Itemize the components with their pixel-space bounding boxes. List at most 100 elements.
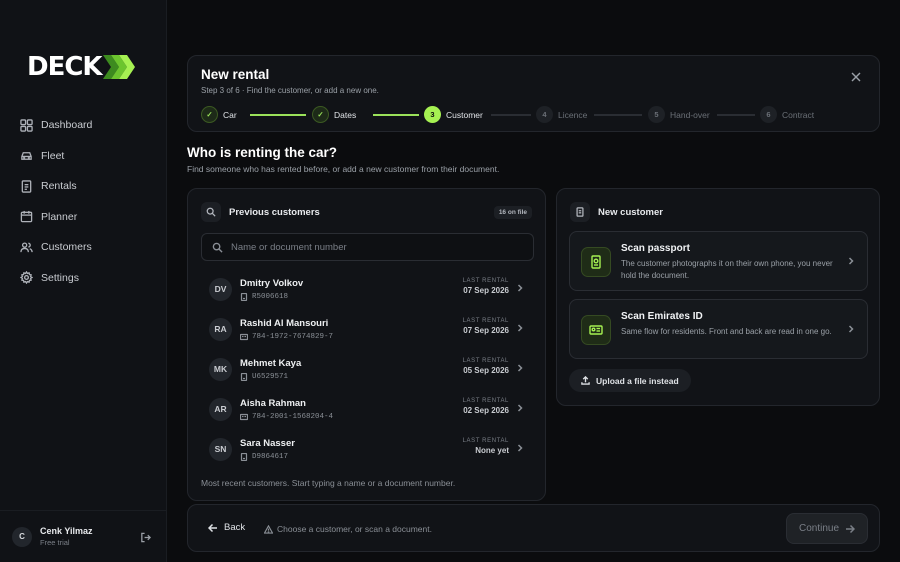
- check-icon: ✓: [312, 106, 329, 123]
- option-description: Same flow for residents. Front and back …: [621, 327, 832, 336]
- sidebar-item-dashboard[interactable]: Dashboard: [0, 110, 167, 141]
- chevron-right-icon: [517, 364, 523, 372]
- step-label: Customer: [446, 109, 483, 120]
- step-label: Contract: [782, 109, 815, 120]
- id-card-icon: [581, 315, 611, 345]
- step-number: 6: [760, 106, 777, 123]
- list-footer-note: Most recent customers. Start typing a na…: [201, 478, 456, 488]
- sidebar-item-planner[interactable]: Planner: [0, 202, 167, 233]
- scan-emirates-id-option[interactable]: Scan Emirates ID Same flow for residents…: [569, 299, 868, 359]
- step-dates[interactable]: ✓ Dates: [312, 106, 356, 123]
- step-number: 3: [424, 106, 441, 123]
- panel-title: Previous customers: [229, 206, 320, 218]
- last-rental-date: 02 Sep 2026: [463, 406, 509, 415]
- step-licence[interactable]: 4 Licence: [536, 106, 587, 123]
- document-icon: [21, 180, 32, 193]
- avatar: RA: [209, 317, 232, 341]
- last-rental-date: 07 Sep 2026: [463, 286, 509, 295]
- step-contract[interactable]: 6 Contract: [760, 106, 814, 123]
- search-icon: [212, 242, 223, 253]
- last-rental-label: LAST RENTAL: [462, 398, 509, 404]
- page-title: New rental: [201, 67, 270, 82]
- step-connector: [491, 114, 531, 116]
- back-button[interactable]: Back: [208, 522, 245, 533]
- last-rental-date: None yet: [475, 446, 509, 455]
- step-customer[interactable]: 3 Customer: [424, 106, 483, 123]
- chevron-right-icon: [517, 324, 523, 332]
- option-title: Scan passport: [621, 243, 690, 254]
- upload-file-button[interactable]: Upload a file instead: [569, 369, 691, 392]
- logo[interactable]: DECK: [27, 52, 135, 82]
- document-number: D9864617: [252, 452, 289, 461]
- avatar: SN: [209, 437, 232, 461]
- sidebar-item-label: Fleet: [41, 149, 65, 162]
- sidebar-item-customers[interactable]: Customers: [0, 232, 167, 263]
- passport-icon: [240, 452, 248, 461]
- step-label: Car: [223, 109, 237, 120]
- chevron-right-icon: [848, 257, 854, 265]
- sidebar-item-label: Customers: [41, 241, 92, 254]
- scan-passport-option[interactable]: Scan passport The customer photographs i…: [569, 231, 868, 291]
- customer-row[interactable]: AR Aisha Rahman 784-2001-1568204-4 LAST …: [201, 389, 534, 429]
- step-connector: [717, 114, 755, 116]
- last-rental-label: LAST RENTAL: [462, 358, 509, 364]
- step-label: Licence: [558, 109, 588, 120]
- step-connector: [250, 114, 306, 116]
- logo-chevrons-icon: [102, 55, 135, 79]
- user-profile[interactable]: C Cenk Yilmaz Free trial: [0, 510, 167, 562]
- step-connector: [373, 114, 419, 116]
- logout-icon[interactable]: [140, 532, 151, 543]
- customer-row[interactable]: RA Rashid Al Mansouri 784-1972-7674829-7…: [201, 309, 534, 349]
- close-icon[interactable]: [851, 72, 861, 82]
- previous-customers-panel: Previous customers 16 on file DV Dmitry …: [187, 188, 546, 501]
- customer-search[interactable]: [201, 233, 534, 261]
- step-car[interactable]: ✓ Car: [201, 106, 237, 123]
- customer-row[interactable]: SN Sara Nasser D9864617 LAST RENTAL None…: [201, 429, 534, 469]
- customer-name: Mehmet Kaya: [240, 357, 302, 369]
- stepper: ✓ Car ✓ Dates 3 Customer 4 Licence 5 Han…: [201, 106, 871, 123]
- search-input[interactable]: [231, 241, 511, 253]
- document-number: R5006618: [252, 292, 289, 301]
- back-label: Back: [224, 522, 246, 533]
- customer-list: DV Dmitry Volkov R5006618 LAST RENTAL 07…: [201, 269, 534, 469]
- logo-text: DECK: [27, 52, 103, 82]
- avatar: C: [12, 526, 32, 547]
- chevron-right-icon: [517, 444, 523, 452]
- user-plan: Free trial: [40, 538, 70, 547]
- sidebar-item-rentals[interactable]: Rentals: [0, 171, 167, 202]
- document-icon: [570, 202, 590, 222]
- panel-title: New customer: [598, 206, 663, 218]
- section-title: Who is renting the car?: [187, 145, 338, 160]
- hint-text: Choose a customer, or scan a document.: [277, 524, 432, 534]
- customer-row[interactable]: MK Mehmet Kaya U6529571 LAST RENTAL 05 S…: [201, 349, 534, 389]
- step-label: Hand-over: [670, 109, 710, 120]
- customer-row[interactable]: DV Dmitry Volkov R5006618 LAST RENTAL 07…: [201, 269, 534, 309]
- sidebar-item-label: Settings: [41, 271, 79, 284]
- step-hand-over[interactable]: 5 Hand-over: [648, 106, 710, 123]
- user-name: Cenk Yilmaz: [40, 526, 93, 536]
- check-icon: ✓: [201, 106, 218, 123]
- section-subtitle: Find someone who has rented before, or a…: [187, 164, 500, 174]
- chevron-right-icon: [848, 325, 854, 333]
- search-icon: [201, 202, 221, 222]
- sidebar-item-label: Dashboard: [41, 119, 93, 132]
- last-rental-date: 05 Sep 2026: [463, 366, 509, 375]
- document-number: 784-1972-7674829-7: [252, 332, 334, 341]
- passport-icon: [240, 292, 248, 301]
- count-badge: 16 on file: [493, 206, 532, 219]
- last-rental-date: 07 Sep 2026: [463, 326, 509, 335]
- id-card-icon: [240, 333, 248, 340]
- option-description: The customer photographs it on their own…: [621, 259, 833, 280]
- arrow-right-icon: [846, 524, 856, 533]
- grid-icon: [20, 119, 33, 132]
- last-rental-label: LAST RENTAL: [462, 318, 509, 324]
- step-label: Dates: [334, 109, 357, 120]
- sidebar-item-settings[interactable]: Settings: [0, 263, 167, 294]
- passport-icon: [240, 372, 248, 381]
- continue-button[interactable]: Continue: [786, 513, 868, 544]
- wizard-footer: Back Choose a customer, or scan a docume…: [187, 504, 880, 552]
- chevron-right-icon: [517, 284, 523, 292]
- sidebar-item-fleet[interactable]: Fleet: [0, 141, 167, 172]
- last-rental-label: LAST RENTAL: [462, 278, 509, 284]
- gear-icon: [20, 271, 33, 285]
